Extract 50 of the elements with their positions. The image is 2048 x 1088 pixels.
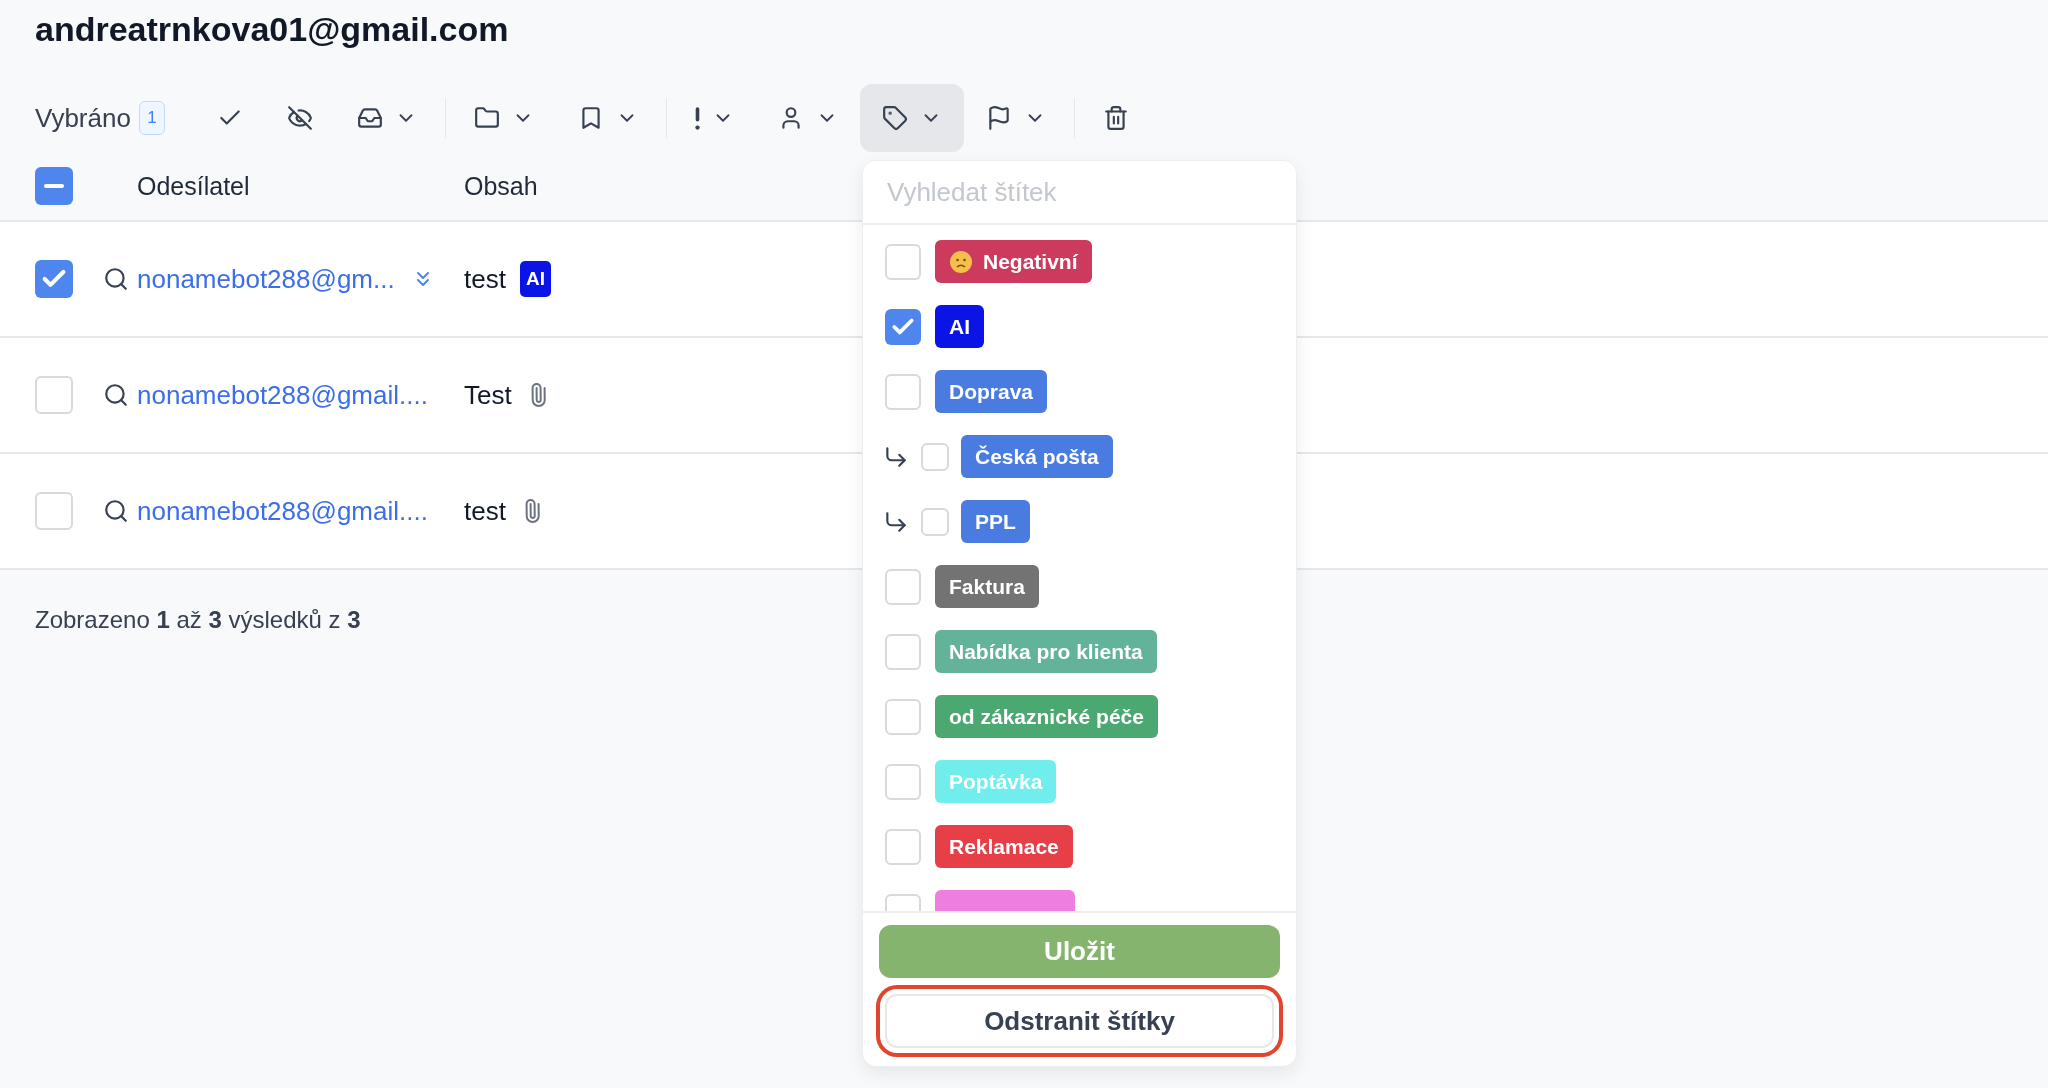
results-summary: Zobrazeno 1 až 3 výsledků z 3 — [34, 605, 362, 635]
search-icon[interactable] — [103, 382, 129, 408]
tag-checkbox[interactable] — [885, 243, 921, 280]
tag-label: Poptávka — [935, 760, 1057, 803]
tag-search-field[interactable]: Vyhledat štítek — [863, 161, 1296, 225]
tag-label: Česká pošta — [961, 435, 1113, 478]
tag-label: Doprava — [935, 370, 1048, 413]
tag-label: AI — [519, 261, 551, 297]
tag-checkbox[interactable] — [885, 633, 921, 670]
tag-checkbox[interactable] — [921, 442, 949, 471]
inbox-icon — [356, 105, 383, 131]
tag-checkbox[interactable] — [885, 763, 921, 800]
search-icon[interactable] — [103, 266, 129, 292]
tag-button[interactable] — [859, 84, 964, 152]
eye-off-icon — [286, 105, 313, 131]
row-checkbox[interactable] — [35, 492, 73, 530]
tag-checkbox[interactable] — [885, 698, 921, 735]
selected-label: Vybráno — [35, 102, 131, 134]
tag-label: Faktura — [935, 565, 1039, 608]
column-header: Obsah — [464, 171, 538, 201]
tag-label: AI — [935, 305, 984, 348]
sender-link[interactable]: nonamebot288@gmail.... — [137, 379, 428, 411]
tag-label: PPL — [961, 500, 1030, 543]
tag-text: Negativní — [983, 249, 1078, 274]
selected-count: 1 — [138, 101, 165, 135]
folder-icon — [473, 105, 500, 131]
tag-label: Reklamace — [935, 825, 1073, 868]
column-header: Odesílatel — [137, 171, 250, 201]
select-all-checkbox[interactable] — [35, 167, 73, 205]
tag-checkbox[interactable] — [885, 373, 921, 410]
sender-link[interactable]: nonamebot288@gmail.... — [137, 495, 428, 527]
trash-icon — [1102, 105, 1129, 131]
exclamation-icon — [694, 106, 700, 130]
subject-text: Test — [464, 379, 512, 411]
tag-label: Nabídka pro klienta — [935, 630, 1157, 673]
frowning-emoji-icon — [949, 249, 973, 274]
subject-text: test — [464, 263, 506, 295]
tag-checkbox[interactable] — [885, 828, 921, 865]
tag-checkbox[interactable] — [921, 507, 949, 536]
tag-label: od zákaznické péče — [935, 695, 1158, 738]
sender-link[interactable]: nonamebot288@gm... — [137, 263, 395, 295]
account-title: andreatrnkova01@gmail.com — [35, 9, 509, 50]
minus-icon — [44, 184, 64, 188]
subject-text: test — [464, 495, 506, 527]
search-icon[interactable] — [103, 498, 129, 524]
row-checkbox[interactable] — [35, 260, 73, 298]
tag-checkbox[interactable] — [885, 308, 921, 345]
tag-icon — [881, 105, 908, 131]
tag-checkbox[interactable] — [885, 568, 921, 605]
row-checkbox[interactable] — [35, 376, 73, 414]
